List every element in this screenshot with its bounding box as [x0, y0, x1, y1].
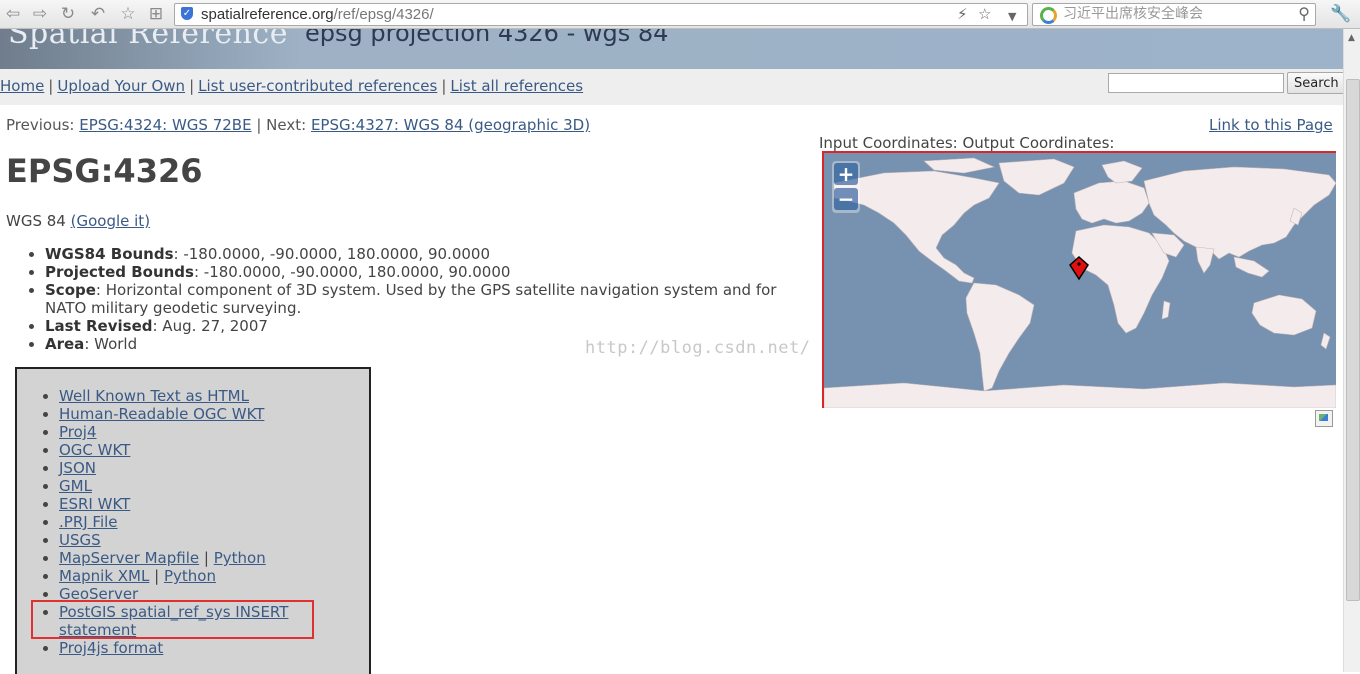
prev-next-nav: Previous: EPSG:4324: WGS 72BE | Next: EP… — [6, 116, 591, 134]
format-link[interactable]: Python — [164, 567, 216, 585]
nav-all-references[interactable]: List all references — [450, 77, 583, 95]
address-bar[interactable]: ✓ spatialreference.org/ref/epsg/4326/ ⚡ … — [174, 3, 1028, 26]
search-engine-icon — [1040, 7, 1057, 24]
zoom-in-button[interactable]: + — [834, 163, 858, 185]
subtitle: WGS 84 (Google it) — [6, 212, 151, 230]
format-link[interactable]: Human-Readable OGC WKT — [59, 405, 264, 423]
format-separator: | — [199, 549, 214, 567]
format-link[interactable]: USGS — [59, 531, 101, 549]
back-icon[interactable]: ⇦ — [3, 4, 23, 24]
dropdown-arrow-icon[interactable]: ▼ — [1008, 7, 1016, 26]
url-text: spatialreference.org/ref/epsg/4326/ — [201, 6, 434, 23]
star-icon[interactable]: ☆ — [118, 4, 138, 24]
vertical-scrollbar[interactable]: ▲ — [1343, 29, 1360, 672]
scroll-up-icon[interactable]: ▲ — [1348, 33, 1355, 43]
format-item: Mapnik XML | Python — [59, 567, 309, 585]
header-title: epsg projection 4326 - wgs 84 — [305, 29, 669, 47]
format-item: Proj4 — [59, 423, 309, 441]
format-link[interactable]: .PRJ File — [59, 513, 118, 531]
format-item: MapServer Mapfile | Python — [59, 549, 309, 567]
world-map[interactable]: + − — [822, 151, 1336, 408]
previous-link[interactable]: EPSG:4324: WGS 72BE — [79, 116, 251, 134]
format-link[interactable]: MapServer Mapfile — [59, 549, 199, 567]
zoom-control: + − — [832, 161, 860, 213]
property-item: Scope: Horizontal component of 3D system… — [45, 281, 805, 317]
browser-search-box[interactable]: 习近平出席核安全峰会 ⚲ — [1032, 3, 1316, 26]
format-item: USGS — [59, 531, 309, 549]
highlight-annotation — [31, 600, 314, 639]
format-link[interactable]: Proj4 — [59, 423, 97, 441]
format-item: .PRJ File — [59, 513, 309, 531]
zoom-out-button[interactable]: − — [834, 188, 858, 210]
format-link[interactable]: GML — [59, 477, 92, 495]
map-svg — [824, 153, 1336, 408]
search-button[interactable]: Search — [1287, 72, 1346, 94]
site-search-input[interactable] — [1108, 73, 1284, 93]
coordinates-label: Input Coordinates: Output Coordinates: — [819, 134, 1115, 152]
format-item: Human-Readable OGC WKT — [59, 405, 309, 423]
land-antarctica — [824, 382, 1336, 408]
page-title: EPSG:4326 — [6, 152, 203, 190]
scroll-thumb[interactable] — [1346, 79, 1360, 601]
next-link[interactable]: EPSG:4327: WGS 84 (geographic 3D) — [311, 116, 590, 134]
link-to-page[interactable]: Link to this Page — [1209, 116, 1333, 134]
format-link[interactable]: Well Known Text as HTML — [59, 387, 249, 405]
format-item: JSON — [59, 459, 309, 477]
format-item: GML — [59, 477, 309, 495]
format-item: ESRI WKT — [59, 495, 309, 513]
format-item: Well Known Text as HTML — [59, 387, 309, 405]
format-link[interactable]: ESRI WKT — [59, 495, 130, 513]
property-item: Last Revised: Aug. 27, 2007 — [45, 317, 805, 335]
format-link[interactable]: OGC WKT — [59, 441, 130, 459]
format-link[interactable]: Mapnik XML — [59, 567, 149, 585]
search-icon[interactable]: ⚲ — [1298, 4, 1310, 23]
nav-user-references[interactable]: List user-contributed references — [198, 77, 437, 95]
reload-icon[interactable]: ↻ — [58, 4, 78, 24]
nav-home[interactable]: Home — [0, 77, 44, 95]
format-link[interactable]: JSON — [59, 459, 96, 477]
nav-upload[interactable]: Upload Your Own — [57, 77, 185, 95]
browser-search-placeholder: 习近平出席核安全峰会 — [1063, 6, 1203, 22]
broken-image-icon — [1315, 410, 1333, 427]
google-it-link[interactable]: (Google it) — [71, 212, 150, 230]
properties-list: WGS84 Bounds: -180.0000, -90.0000, 180.0… — [45, 245, 805, 353]
marker-center — [1077, 262, 1081, 266]
format-link[interactable]: Python — [214, 549, 266, 567]
watermark: http://blog.csdn.net/ — [585, 338, 811, 358]
site-header: Spatial Reference epsg projection 4326 -… — [0, 29, 1343, 69]
format-link[interactable]: Proj4js format — [59, 639, 163, 657]
format-separator: | — [149, 567, 164, 585]
property-item: WGS84 Bounds: -180.0000, -90.0000, 180.0… — [45, 245, 805, 263]
site-logo[interactable]: Spatial Reference — [8, 29, 288, 51]
lightning-icon[interactable]: ⚡ — [957, 5, 968, 24]
wrench-icon[interactable]: 🔧 — [1326, 4, 1356, 24]
format-item: OGC WKT — [59, 441, 309, 459]
grid-icon[interactable]: ⊞ — [146, 4, 166, 24]
format-item: Proj4js format — [59, 639, 309, 657]
browser-toolbar: ⇦ ⇨ ↻ ↶ ☆ ⊞ ✓ spatialreference.org/ref/e… — [0, 0, 1360, 29]
bookmark-star-icon[interactable]: ☆ — [978, 5, 991, 24]
property-item: Projected Bounds: -180.0000, -90.0000, 1… — [45, 263, 805, 281]
security-shield-icon: ✓ — [181, 7, 193, 20]
forward-icon[interactable]: ⇨ — [30, 4, 50, 24]
nav-links: Home | Upload Your Own | List user-contribut… — [0, 77, 584, 95]
site-nav: Home | Upload Your Own | List user-contribut… — [0, 69, 1346, 105]
undo-icon[interactable]: ↶ — [88, 4, 108, 24]
